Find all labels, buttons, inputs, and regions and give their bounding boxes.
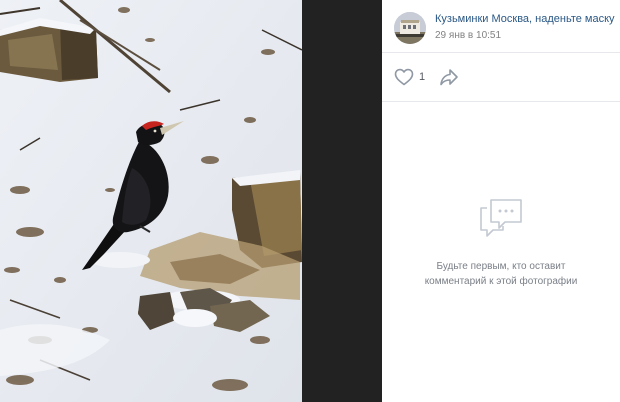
like-button[interactable]: 1 (394, 68, 425, 86)
viewer-dark-gutter (302, 0, 382, 402)
empty-comments-placeholder: Будьте первым, кто оставит комментарий к… (382, 196, 620, 289)
actions-bar: 1 (382, 53, 620, 102)
author-name-link[interactable]: Кузьминки Москва, наденьте маску (435, 14, 615, 25)
photo[interactable] (0, 0, 302, 402)
share-arrow-icon (440, 69, 458, 86)
empty-comments-line-1: Будьте первым, кто оставит (436, 261, 566, 272)
empty-comments-line-2: комментарий к этой фотографии (424, 276, 578, 287)
avatar[interactable] (394, 12, 426, 44)
community-avatar-icon (394, 12, 426, 44)
like-count: 1 (419, 71, 426, 83)
comments-bubble-icon (480, 199, 522, 237)
post-meta: Кузьминки Москва, наденьте маску 29 янв … (435, 12, 615, 41)
post-date-link[interactable]: 29 янв в 10:51 (435, 31, 615, 41)
photo-side-panel: Кузьминки Москва, наденьте маску 29 янв … (382, 0, 620, 402)
empty-comments-text: Будьте первым, кто оставит комментарий к… (382, 259, 620, 289)
woodpecker-in-snow-photo (0, 0, 302, 402)
post-header: Кузьминки Москва, наденьте маску 29 янв … (382, 0, 620, 53)
photo-viewer: Кузьминки Москва, наденьте маску 29 янв … (0, 0, 620, 402)
share-button[interactable] (439, 68, 459, 86)
comments-area: Будьте первым, кто оставит комментарий к… (382, 102, 620, 402)
heart-icon (394, 68, 414, 86)
